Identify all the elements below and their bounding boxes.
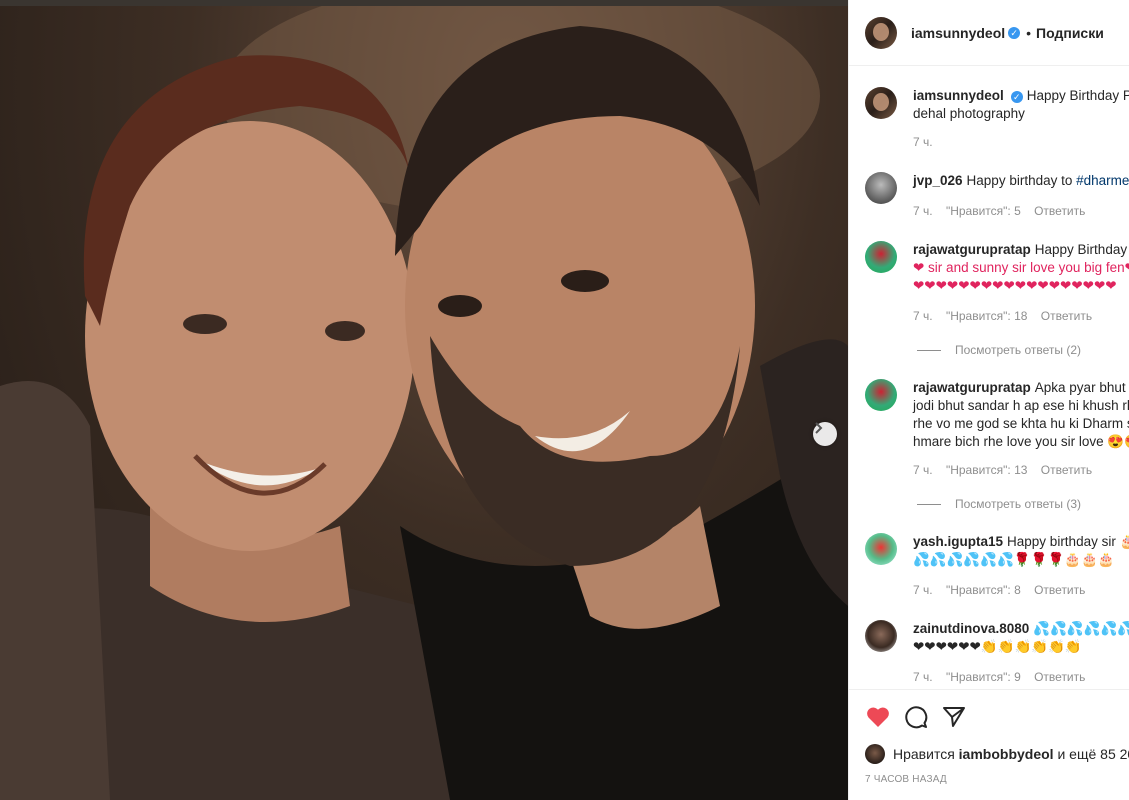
caption-meta: 7 ч.	[913, 135, 943, 149]
caption-text: Happy Birthday PAPA	[1026, 88, 1129, 103]
hashtag-link[interactable]: #dharmendra	[1076, 173, 1129, 188]
verified-badge-icon: ✓	[1010, 91, 1023, 103]
avatar[interactable]	[865, 379, 897, 411]
next-photo-button[interactable]	[813, 422, 837, 446]
reply-button[interactable]: Ответить	[1034, 583, 1085, 597]
caption-line2: dehal photography	[913, 106, 1025, 121]
comment-time[interactable]: 7 ч.	[913, 463, 933, 477]
likes-count[interactable]: и ещё 85 209	[1057, 746, 1129, 762]
caption-time[interactable]: 7 ч.	[913, 135, 933, 149]
post-photo[interactable]	[0, 6, 848, 800]
comment-body: yash.igupta15 Happy birthday sir 🎂 💦💦💦💦💦💦…	[913, 533, 1129, 569]
avatar[interactable]	[865, 16, 897, 49]
comment-time[interactable]: 7 ч.	[913, 670, 933, 684]
post-header: iamsunnydeol ✓ • Подписки	[849, 0, 1129, 66]
comment-body: jvp_026Happy birthday to #dharmendra	[913, 172, 1129, 190]
comment-line2: 💦💦💦💦💦💦🌹🌹🌹🎂🎂🎂	[913, 552, 1115, 567]
avatar[interactable]	[865, 533, 897, 565]
replies-line	[917, 504, 941, 506]
comment-line3: rhe vo me god se khta hu ki Dharm s	[913, 416, 1129, 431]
comment-likes[interactable]: "Нравится": 9	[946, 670, 1021, 684]
comment-likes[interactable]: "Нравится": 18	[946, 309, 1028, 323]
post-timestamp[interactable]: 7 ЧАСОВ НАЗАД	[865, 774, 947, 785]
avatar[interactable]	[865, 172, 897, 204]
comment-meta: 7 ч. "Нравится": 9 Ответить	[913, 670, 1095, 684]
post-sidebar: iamsunnydeol ✓ • Подписки iamsunnydeol ✓ H…	[848, 0, 1129, 800]
comment-likes[interactable]: "Нравится": 5	[946, 204, 1021, 218]
view-replies-label: Посмотреть ответы (2)	[955, 343, 1082, 357]
likes-prefix: Нравится	[893, 746, 955, 762]
comment-text: 💦💦💦💦💦💦💦	[1033, 621, 1129, 636]
comment-line3: ❤❤❤❤❤❤❤❤❤❤❤❤❤❤❤❤❤❤	[913, 278, 1117, 293]
comment-body: rajawatgurupratap Apka pyar bhut a jodi b…	[913, 379, 1129, 451]
comment-text: Happy birthday sir 🎂	[1007, 534, 1129, 549]
action-icons	[865, 704, 967, 730]
comment-text: Apka pyar bhut a	[1034, 380, 1129, 395]
like-button[interactable]	[865, 704, 891, 730]
reply-button[interactable]: Ответить	[1041, 309, 1092, 323]
view-replies-label: Посмотреть ответы (3)	[955, 497, 1082, 511]
comment-meta: 7 ч. "Нравится": 13 Ответить	[913, 463, 1102, 477]
comment-line2: ❤ sir and sunny sir love you big fen❤	[913, 260, 1129, 275]
avatar[interactable]	[865, 241, 897, 273]
comment-line4: hmare bich rhe love you sir love 😍😍	[913, 434, 1129, 449]
comments-list[interactable]: iamsunnydeol ✓Happy Birthday PAPA dehal p…	[849, 67, 1129, 689]
photo-illustration	[0, 6, 848, 800]
comment-username[interactable]: zainutdinova.8080	[913, 621, 1029, 636]
comment-body: rajawatgurupratapHappy Birthday re ❤ sir…	[913, 241, 1129, 295]
comment-time[interactable]: 7 ч.	[913, 204, 933, 218]
post-username[interactable]: iamsunnydeol	[911, 25, 1005, 41]
comment-line2: ❤❤❤❤❤❤👏👏👏👏👏👏	[913, 639, 1082, 654]
likes-user[interactable]: iambobbydeol	[959, 746, 1054, 762]
post-actions: Нравится iambobbydeol и ещё 85 209 7 ЧАС…	[849, 689, 1129, 800]
share-button[interactable]	[941, 704, 967, 730]
view-replies-button[interactable]: Посмотреть ответы (2)	[917, 343, 1081, 357]
comment-line2: jodi bhut sandar h ap ese hi khush rh	[913, 398, 1129, 413]
verified-badge-icon: ✓	[1008, 26, 1021, 39]
comment-body: zainutdinova.8080 💦💦💦💦💦💦💦 ❤❤❤❤❤❤👏👏👏👏👏👏	[913, 620, 1129, 656]
avatar[interactable]	[865, 744, 885, 764]
caption-body: iamsunnydeol ✓Happy Birthday PAPA dehal p…	[913, 87, 1129, 123]
separator-dot: •	[1026, 24, 1032, 41]
comment-meta: 7 ч. "Нравится": 5 Ответить	[913, 204, 1095, 218]
comment-username[interactable]: yash.igupta15	[913, 534, 1003, 549]
comment-username[interactable]: rajawatgurupratap	[913, 380, 1031, 395]
comment-username[interactable]: rajawatgurupratap	[913, 242, 1031, 257]
comment-likes[interactable]: "Нравится": 13	[946, 463, 1028, 477]
follow-button[interactable]: Подписки	[1036, 25, 1104, 41]
comment-bubble-icon	[905, 706, 928, 729]
reply-button[interactable]: Ответить	[1041, 463, 1092, 477]
caption-username[interactable]: iamsunnydeol	[913, 88, 1004, 103]
comment-button[interactable]	[903, 704, 929, 730]
likes-summary: Нравится iambobbydeol и ещё 85 209	[865, 744, 1129, 764]
comment-meta: 7 ч. "Нравится": 18 Ответить	[913, 309, 1102, 323]
reply-button[interactable]: Ответить	[1034, 204, 1085, 218]
comment-likes[interactable]: "Нравится": 8	[946, 583, 1021, 597]
reply-button[interactable]: Ответить	[1034, 670, 1085, 684]
comment-time[interactable]: 7 ч.	[913, 309, 933, 323]
comment-username[interactable]: jvp_026	[913, 173, 963, 188]
heart-filled-icon	[867, 707, 889, 727]
comment-text: Happy Birthday re	[1034, 242, 1129, 257]
comment-text: Happy birthday to	[966, 173, 1077, 188]
comment-time[interactable]: 7 ч.	[913, 583, 933, 597]
replies-line	[917, 350, 941, 352]
chevron-right-icon	[815, 422, 823, 434]
avatar[interactable]	[865, 620, 897, 652]
view-replies-button[interactable]: Посмотреть ответы (3)	[917, 497, 1081, 511]
share-plane-icon	[943, 707, 965, 727]
comment-meta: 7 ч. "Нравится": 8 Ответить	[913, 583, 1095, 597]
avatar[interactable]	[865, 87, 897, 119]
